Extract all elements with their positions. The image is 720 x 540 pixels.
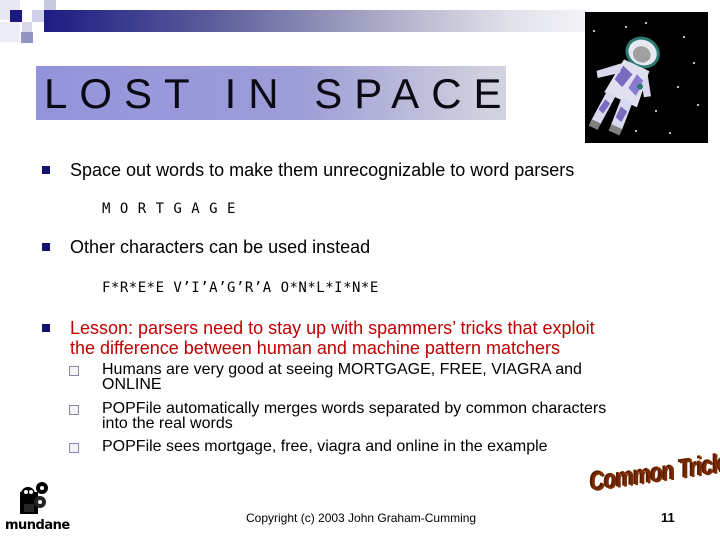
corner-decoration: [0, 22, 20, 42]
corner-decoration: [32, 10, 44, 22]
mundane-logo-icon: [20, 482, 48, 514]
lesson-text-line1: Lesson: parsers need to stay up with spa…: [70, 318, 595, 338]
sub-bullet-marker-icon: [69, 443, 79, 453]
header-gradient-bar: [44, 10, 589, 32]
corner-decoration: [10, 10, 22, 22]
corner-decoration: [21, 32, 33, 43]
copyright-text: Copyright (c) 2003 John Graham-Cumming: [246, 511, 477, 525]
lesson-text-line2: the difference between human and machine…: [70, 338, 560, 358]
example-text: F*R*E*E V’I’A’G’R’A O*N*L*I*N*E: [102, 280, 379, 296]
example-text: M O R T G A G E: [102, 201, 236, 217]
corner-decoration: [22, 22, 32, 32]
bullet-marker-icon: [42, 324, 50, 332]
common-trick-badge: Common Trick: [590, 449, 720, 499]
astronaut-image: [585, 12, 708, 143]
page-number: 11: [661, 510, 675, 525]
bullet-marker-icon: [42, 166, 50, 174]
slide-title: LOST IN SPACE: [44, 70, 514, 117]
mundane-logo-text: mundane: [5, 518, 70, 533]
bullet-text: Space out words to make them unrecogniza…: [70, 160, 575, 180]
sub-bullet-text-continued: into the real words: [102, 415, 233, 432]
bullet-text: Other characters can be used instead: [70, 237, 371, 257]
bullet-marker-icon: [42, 243, 50, 251]
sub-bullet-text: POPFile sees mortgage, free, viagra and …: [102, 438, 548, 455]
astronaut-icon: [588, 36, 660, 136]
sub-bullet-text: Humans are very good at seeing MORTGAGE,…: [102, 361, 582, 378]
sub-bullet-text-continued: ONLINE: [102, 376, 162, 393]
sub-bullet-marker-icon: [69, 366, 79, 376]
sub-bullet-marker-icon: [69, 405, 79, 415]
